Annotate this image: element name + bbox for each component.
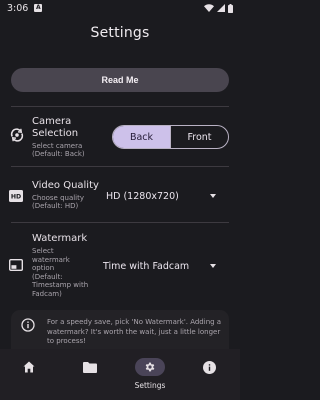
video-quality-subtitle-line2: (Default: HD): [32, 202, 79, 210]
watermark-subtitle-line: (Default:: [32, 272, 63, 281]
nav-home-pill: [14, 358, 44, 376]
info-text: For a speedy save, pick 'No Watermark'. …: [47, 318, 222, 346]
signal-icon: [217, 4, 225, 12]
gear-icon: [145, 362, 155, 372]
camera-option-back[interactable]: Back: [113, 126, 170, 148]
read-me-button[interactable]: Read Me: [11, 68, 229, 92]
nav-about-pill: [194, 358, 224, 376]
nav-records[interactable]: [75, 349, 105, 400]
camera-option-front[interactable]: Front: [171, 126, 228, 148]
watermark-subtitle-line: Fadcam): [32, 289, 62, 298]
watermark-icon: [9, 259, 23, 271]
watermark-dropdown[interactable]: Time with Fadcam: [103, 259, 222, 273]
nav-about[interactable]: [194, 349, 224, 400]
status-icons: [204, 3, 233, 13]
nav-settings-label: Settings: [134, 381, 166, 390]
battery-icon: [228, 3, 233, 13]
nav-settings[interactable]: Settings: [120, 349, 180, 400]
nav-records-pill: [75, 358, 105, 376]
nav-settings-pill: [135, 358, 165, 376]
wifi-icon: [204, 4, 214, 12]
divider: [11, 166, 229, 167]
camera-switch-icon: [10, 128, 24, 142]
watermark-subtitle-line: Timestamp with: [32, 281, 89, 289]
dropdown-arrow-icon: [210, 264, 216, 268]
notification-badge-icon: A: [34, 4, 43, 12]
watermark-subtitle-line: option: [32, 264, 55, 272]
dropdown-arrow-icon: [210, 194, 216, 198]
info-icon: [202, 360, 216, 374]
camera-selection-subtitle-line2: (Default: Back): [32, 150, 85, 158]
video-quality-title: Video Quality: [32, 180, 99, 191]
folder-icon: [83, 361, 97, 373]
status-time: 3:06: [7, 2, 29, 14]
nav-home[interactable]: [14, 349, 44, 400]
hd-icon: HD: [9, 190, 23, 202]
watermark-subtitle-line: Select: [32, 247, 54, 255]
video-quality-dropdown[interactable]: HD (1280x720): [106, 189, 222, 203]
camera-selection-title-line1: Camera: [32, 116, 72, 127]
camera-selection-title-line2: Selection: [32, 128, 79, 139]
svg-text:HD: HD: [11, 194, 21, 201]
bottom-navigation: Settings: [0, 349, 240, 400]
watermark-subtitle-line: watermark: [32, 255, 70, 264]
info-icon: [21, 318, 35, 332]
page-title: Settings: [90, 25, 150, 41]
status-bar: 3:06 A: [0, 0, 240, 16]
watermark-title: Watermark: [32, 233, 88, 244]
camera-segmented-control: Back Front: [112, 125, 229, 149]
video-quality-value: HD (1280x720): [106, 190, 179, 202]
divider: [11, 222, 229, 223]
watermark-value: Time with Fadcam: [103, 260, 190, 272]
divider: [11, 106, 229, 107]
home-icon: [23, 361, 35, 373]
